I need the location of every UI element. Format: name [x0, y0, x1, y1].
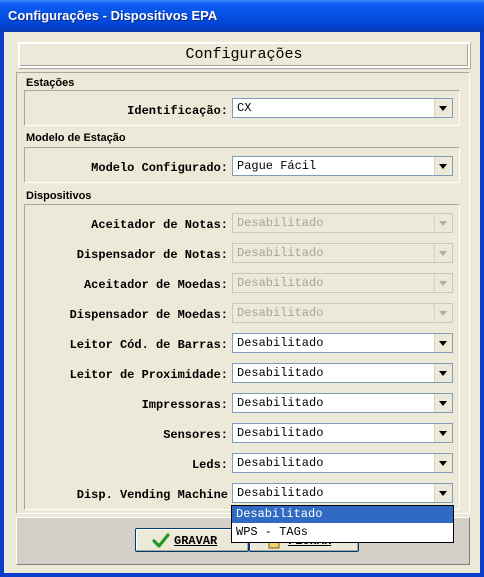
- combo-dispensador-notas: Desabilitado: [232, 243, 453, 263]
- combo-modelo-configurado[interactable]: Pague Fácil: [232, 156, 453, 176]
- label-dispensador-moedas: Dispensador de Moedas:: [69, 308, 228, 322]
- combo-dispensador-notas-value: Desabilitado: [237, 246, 324, 260]
- chevron-down-icon: [439, 371, 447, 376]
- group-label-dispositivos: Dispositivos: [26, 190, 92, 202]
- combo-leitor-proximidade-button[interactable]: [434, 364, 452, 382]
- label-aceitador-moedas: Aceitador de Moedas:: [83, 278, 228, 292]
- combo-sensores[interactable]: Desabilitado: [232, 423, 453, 443]
- combo-aceitador-moedas: Desabilitado: [232, 273, 453, 293]
- combo-sensores-value: Desabilitado: [237, 426, 324, 440]
- combo-leitor-barras-button[interactable]: [434, 334, 452, 352]
- combo-leitor-proximidade[interactable]: Desabilitado: [232, 363, 453, 383]
- chevron-down-icon: [439, 401, 447, 406]
- combo-dispensador-moedas: Desabilitado: [232, 303, 453, 323]
- label-aceitador-notas: Aceitador de Notas:: [91, 218, 228, 232]
- label-vending-machine: Disp. Vending Machine: [76, 488, 228, 502]
- combo-impressoras[interactable]: Desabilitado: [232, 393, 453, 413]
- combo-vending-machine-button[interactable]: [434, 484, 452, 502]
- combo-modelo-configurado-button[interactable]: [434, 157, 452, 175]
- group-label-modelo: Modelo de Estação: [26, 132, 126, 144]
- group-label-estacoes: Estações: [26, 77, 75, 89]
- combo-leds-value: Desabilitado: [237, 456, 324, 470]
- combo-aceitador-notas: Desabilitado: [232, 213, 453, 233]
- chevron-down-icon: [439, 491, 447, 496]
- combo-dispensador-moedas-value: Desabilitado: [237, 306, 324, 320]
- combo-leitor-barras[interactable]: Desabilitado: [232, 333, 453, 353]
- combo-aceitador-moedas-button: [434, 274, 452, 292]
- dialog-window: Configurações - Dispositivos EPA Configu…: [0, 0, 484, 577]
- label-leds: Leds:: [191, 458, 228, 472]
- combo-dispensador-notas-button: [434, 244, 452, 262]
- combo-vending-machine-value: Desabilitado: [237, 486, 324, 500]
- chevron-down-icon: [439, 431, 447, 436]
- combo-sensores-button[interactable]: [434, 424, 452, 442]
- combo-dispensador-moedas-button: [434, 304, 452, 322]
- chevron-down-icon: [439, 461, 447, 466]
- combo-impressoras-button[interactable]: [434, 394, 452, 412]
- label-leitor-proximidade: Leitor de Proximidade:: [69, 368, 228, 382]
- combo-aceitador-notas-button: [434, 214, 452, 232]
- chevron-down-icon: [439, 311, 447, 316]
- combo-aceitador-notas-value: Desabilitado: [237, 216, 324, 230]
- label-leitor-barras: Leitor Cód. de Barras:: [69, 338, 228, 352]
- combo-leitor-barras-value: Desabilitado: [237, 336, 324, 350]
- combo-vending-machine[interactable]: Desabilitado: [232, 483, 453, 503]
- window-title: Configurações - Dispositivos EPA: [8, 8, 218, 23]
- chevron-down-icon: [439, 341, 447, 346]
- combo-leds-button[interactable]: [434, 454, 452, 472]
- page-title: Configurações: [185, 46, 303, 63]
- vending-dropdown-list: Desabilitado WPS - TAGs: [231, 505, 454, 543]
- dialog-client-area: Configurações Estações Identificação: CX…: [4, 32, 480, 573]
- chevron-down-icon: [439, 251, 447, 256]
- gravar-button-label: GRAVAR: [174, 534, 218, 548]
- label-dispensador-notas: Dispensador de Notas:: [76, 248, 228, 262]
- header-panel: Configurações: [18, 42, 470, 68]
- label-identificacao: Identificação:: [127, 104, 228, 118]
- dropdown-option-wps-tags[interactable]: WPS - TAGs: [232, 524, 453, 541]
- combo-leitor-proximidade-value: Desabilitado: [237, 366, 324, 380]
- chevron-down-icon: [439, 106, 447, 111]
- combo-modelo-configurado-value: Pague Fácil: [237, 159, 317, 173]
- combo-impressoras-value: Desabilitado: [237, 396, 324, 410]
- label-sensores: Sensores:: [163, 428, 228, 442]
- chevron-down-icon: [439, 221, 447, 226]
- combo-identificacao-button[interactable]: [434, 99, 452, 117]
- combo-aceitador-moedas-value: Desabilitado: [237, 276, 324, 290]
- combo-identificacao-value: CX: [237, 101, 252, 115]
- combo-leds[interactable]: Desabilitado: [232, 453, 453, 473]
- check-icon: [152, 533, 170, 548]
- label-modelo-configurado: Modelo Configurado:: [91, 161, 228, 175]
- combo-identificacao[interactable]: CX: [232, 98, 453, 118]
- title-bar[interactable]: Configurações - Dispositivos EPA: [0, 0, 484, 32]
- chevron-down-icon: [439, 281, 447, 286]
- dropdown-option-desabilitado[interactable]: Desabilitado: [232, 506, 453, 523]
- label-impressoras: Impressoras:: [141, 398, 228, 412]
- chevron-down-icon: [439, 164, 447, 169]
